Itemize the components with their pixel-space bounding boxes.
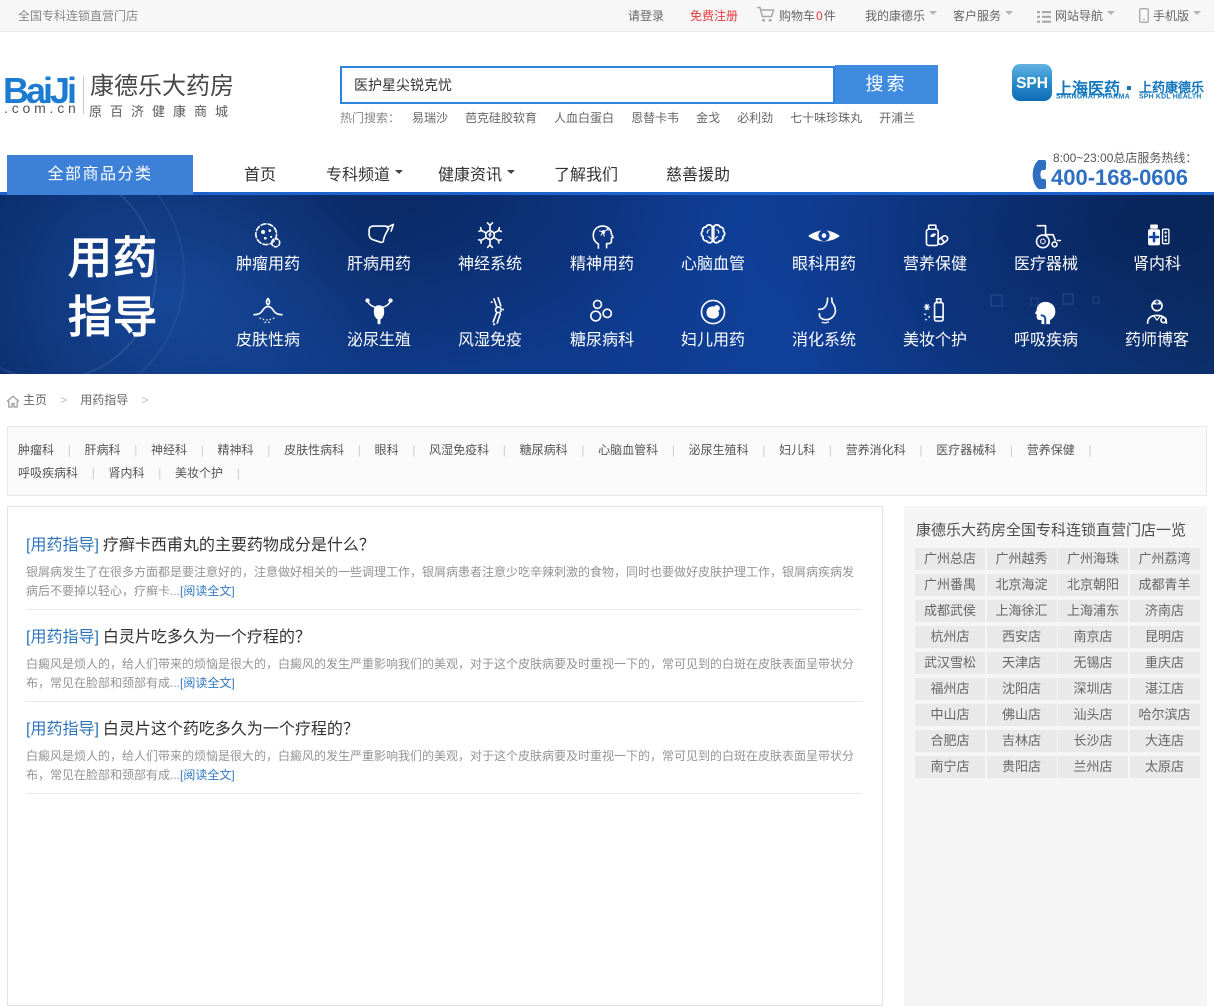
svg-text:SPH: SPH (1016, 75, 1048, 92)
